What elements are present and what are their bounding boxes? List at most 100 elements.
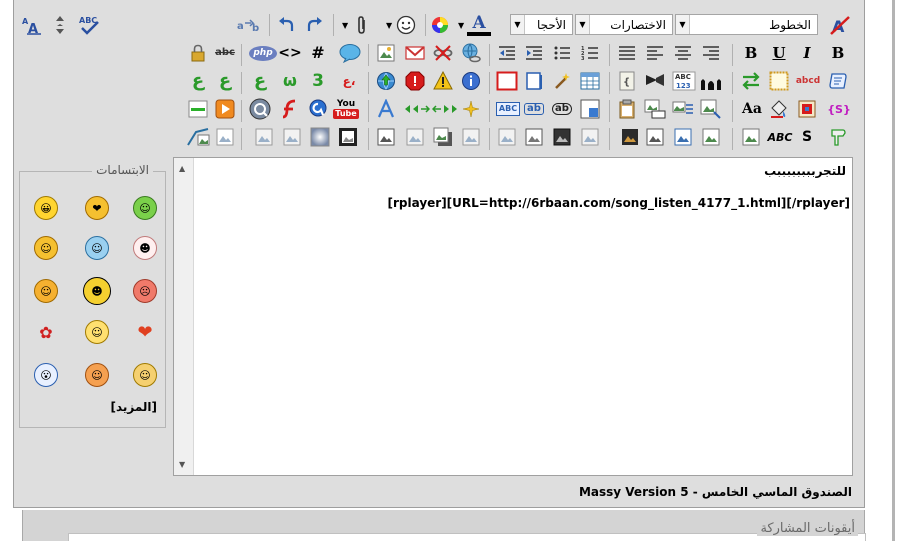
align-right-icon[interactable] (700, 42, 722, 64)
outline-a-icon[interactable] (375, 98, 397, 120)
more-smilies-link[interactable]: [المزيد] (110, 400, 157, 414)
font-face-icon[interactable]: Aa (740, 98, 764, 120)
red-box-icon[interactable] (496, 70, 518, 92)
arabic-ah-icon[interactable]: ع، (335, 70, 363, 92)
link-globe-icon[interactable] (460, 42, 482, 64)
arabic-3-icon[interactable]: 3 (307, 70, 329, 92)
remove-link-icon[interactable] (432, 42, 454, 64)
abc-box-icon[interactable]: ABC (495, 98, 521, 120)
arabic-ain-alt-icon[interactable]: ع (214, 70, 236, 92)
image-icon[interactable] (496, 126, 518, 148)
sizes-select[interactable]: ▼ الأحجا (510, 14, 573, 35)
abc-style-icon[interactable]: ABC (766, 126, 794, 148)
italic-icon[interactable]: I (796, 42, 818, 64)
code-icon[interactable]: <> (278, 42, 301, 64)
dark-image-icon[interactable] (551, 126, 573, 148)
upload-globe-icon[interactable] (375, 70, 397, 92)
quote-bubble-icon[interactable] (339, 42, 361, 64)
mosque-icon[interactable] (700, 70, 722, 92)
bold-icon[interactable]: B (740, 42, 762, 64)
arabic-w-icon[interactable]: ω (279, 70, 301, 92)
image-icon[interactable] (700, 126, 722, 148)
realplayer-icon[interactable] (307, 98, 329, 120)
bracket-s-icon[interactable]: {S} (827, 98, 851, 120)
image-icon[interactable] (281, 126, 303, 148)
gradient-image-icon[interactable] (309, 126, 331, 148)
smiley-cool-icon[interactable]: ☺ (85, 236, 109, 260)
frame-icon[interactable] (768, 70, 790, 92)
arabic-letter-icon[interactable]: ع (249, 70, 271, 92)
heart-icon[interactable]: ❤ (133, 320, 157, 344)
info-icon[interactable] (460, 70, 482, 92)
arabic-ain-icon[interactable]: ع (187, 70, 209, 92)
image-icon[interactable] (404, 126, 426, 148)
image-icon[interactable] (523, 126, 545, 148)
smiley-button[interactable]: ▼ (384, 13, 418, 37)
magic-wand-icon[interactable] (551, 70, 573, 92)
stop-icon[interactable] (404, 70, 426, 92)
sparkle-icon[interactable] (460, 98, 482, 120)
move-right-icon[interactable] (404, 98, 430, 120)
smiley-think-icon[interactable]: ☺ (34, 279, 58, 303)
scroll-up-icon[interactable]: ▲ (179, 164, 185, 173)
email-icon[interactable] (404, 42, 426, 64)
rose-icon[interactable]: ✿ (34, 320, 58, 344)
blue-image-icon[interactable] (672, 126, 694, 148)
abc-123-icon[interactable]: ABC 123 (672, 70, 696, 92)
hash-icon[interactable]: # (307, 42, 329, 64)
editor-scrollbar[interactable]: ▲ ▼ (174, 158, 194, 475)
framed-image-icon[interactable] (337, 126, 359, 148)
paint-bucket-icon[interactable] (768, 98, 790, 120)
strikethrough-abc-icon[interactable]: abc (214, 42, 236, 64)
highlight-color-button[interactable] (428, 13, 452, 37)
underline-icon[interactable]: U (768, 42, 790, 64)
fonts-select[interactable]: ▼ الخطوط (675, 14, 818, 35)
lock-icon[interactable] (187, 42, 209, 64)
image-icon[interactable] (375, 126, 397, 148)
clipboard-icon[interactable] (616, 98, 638, 120)
swap-arrows-icon[interactable] (740, 70, 762, 92)
smiley-hat-icon[interactable]: ☺ (34, 236, 58, 260)
image-caption-icon[interactable] (644, 98, 666, 120)
smiley-angry-icon[interactable]: ☹ (133, 279, 157, 303)
indent-icon[interactable] (523, 42, 545, 64)
spell-check-button[interactable]: ABC (78, 12, 102, 38)
hand-pointer-icon[interactable] (827, 126, 849, 148)
font-size-icon[interactable]: AA (20, 12, 44, 38)
image-arrow-icon[interactable] (700, 98, 722, 120)
blue-page-icon[interactable] (523, 70, 545, 92)
justify-icon[interactable] (616, 42, 638, 64)
smiley-laugh-icon[interactable]: 😀 (34, 196, 58, 220)
flash-icon[interactable] (279, 98, 301, 120)
numbered-list-icon[interactable]: 123 (579, 42, 601, 64)
image-shadow-icon[interactable] (432, 126, 454, 148)
media-play-icon[interactable] (214, 98, 236, 120)
image-icon[interactable] (214, 126, 236, 148)
image-list-icon[interactable] (672, 98, 694, 120)
image-edit-icon[interactable] (185, 126, 211, 148)
smiley-shock-icon[interactable]: 😮 (34, 363, 58, 387)
scroll-down-icon[interactable]: ▼ (179, 460, 185, 469)
smiley-grin-icon[interactable]: ☺ (133, 196, 157, 220)
image-icon[interactable] (579, 126, 601, 148)
smiley-wink-icon[interactable]: ☻ (133, 236, 157, 260)
youtube-icon[interactable]: You Tube (333, 98, 359, 120)
font-color-button[interactable]: ▼ A (456, 13, 492, 37)
smiley-roll-eyes-icon[interactable]: ☺ (133, 363, 157, 387)
redo-icon[interactable] (302, 13, 326, 37)
attach-button[interactable]: ▼ (340, 13, 374, 37)
message-editor[interactable]: ▲ ▼ للتجرببببببببب [rplayer][URL=http://… (173, 157, 853, 476)
bold-alt-icon[interactable]: B (827, 42, 849, 64)
move-left-icon[interactable] (432, 98, 458, 120)
quicktime-icon[interactable] (249, 98, 271, 120)
abcd-icon[interactable]: abcd (796, 70, 820, 92)
smiley-love-icon[interactable]: ❤ (85, 196, 109, 220)
align-center-icon[interactable] (672, 42, 694, 64)
film-icon[interactable] (644, 70, 666, 92)
outdent-icon[interactable] (496, 42, 518, 64)
sepia-image-icon[interactable] (619, 126, 641, 148)
table-icon[interactable] (579, 70, 601, 92)
smiley-blush-icon[interactable]: ☺ (85, 363, 109, 387)
php-icon[interactable]: php (249, 42, 277, 64)
find-replace-icon[interactable]: ab (236, 13, 260, 37)
